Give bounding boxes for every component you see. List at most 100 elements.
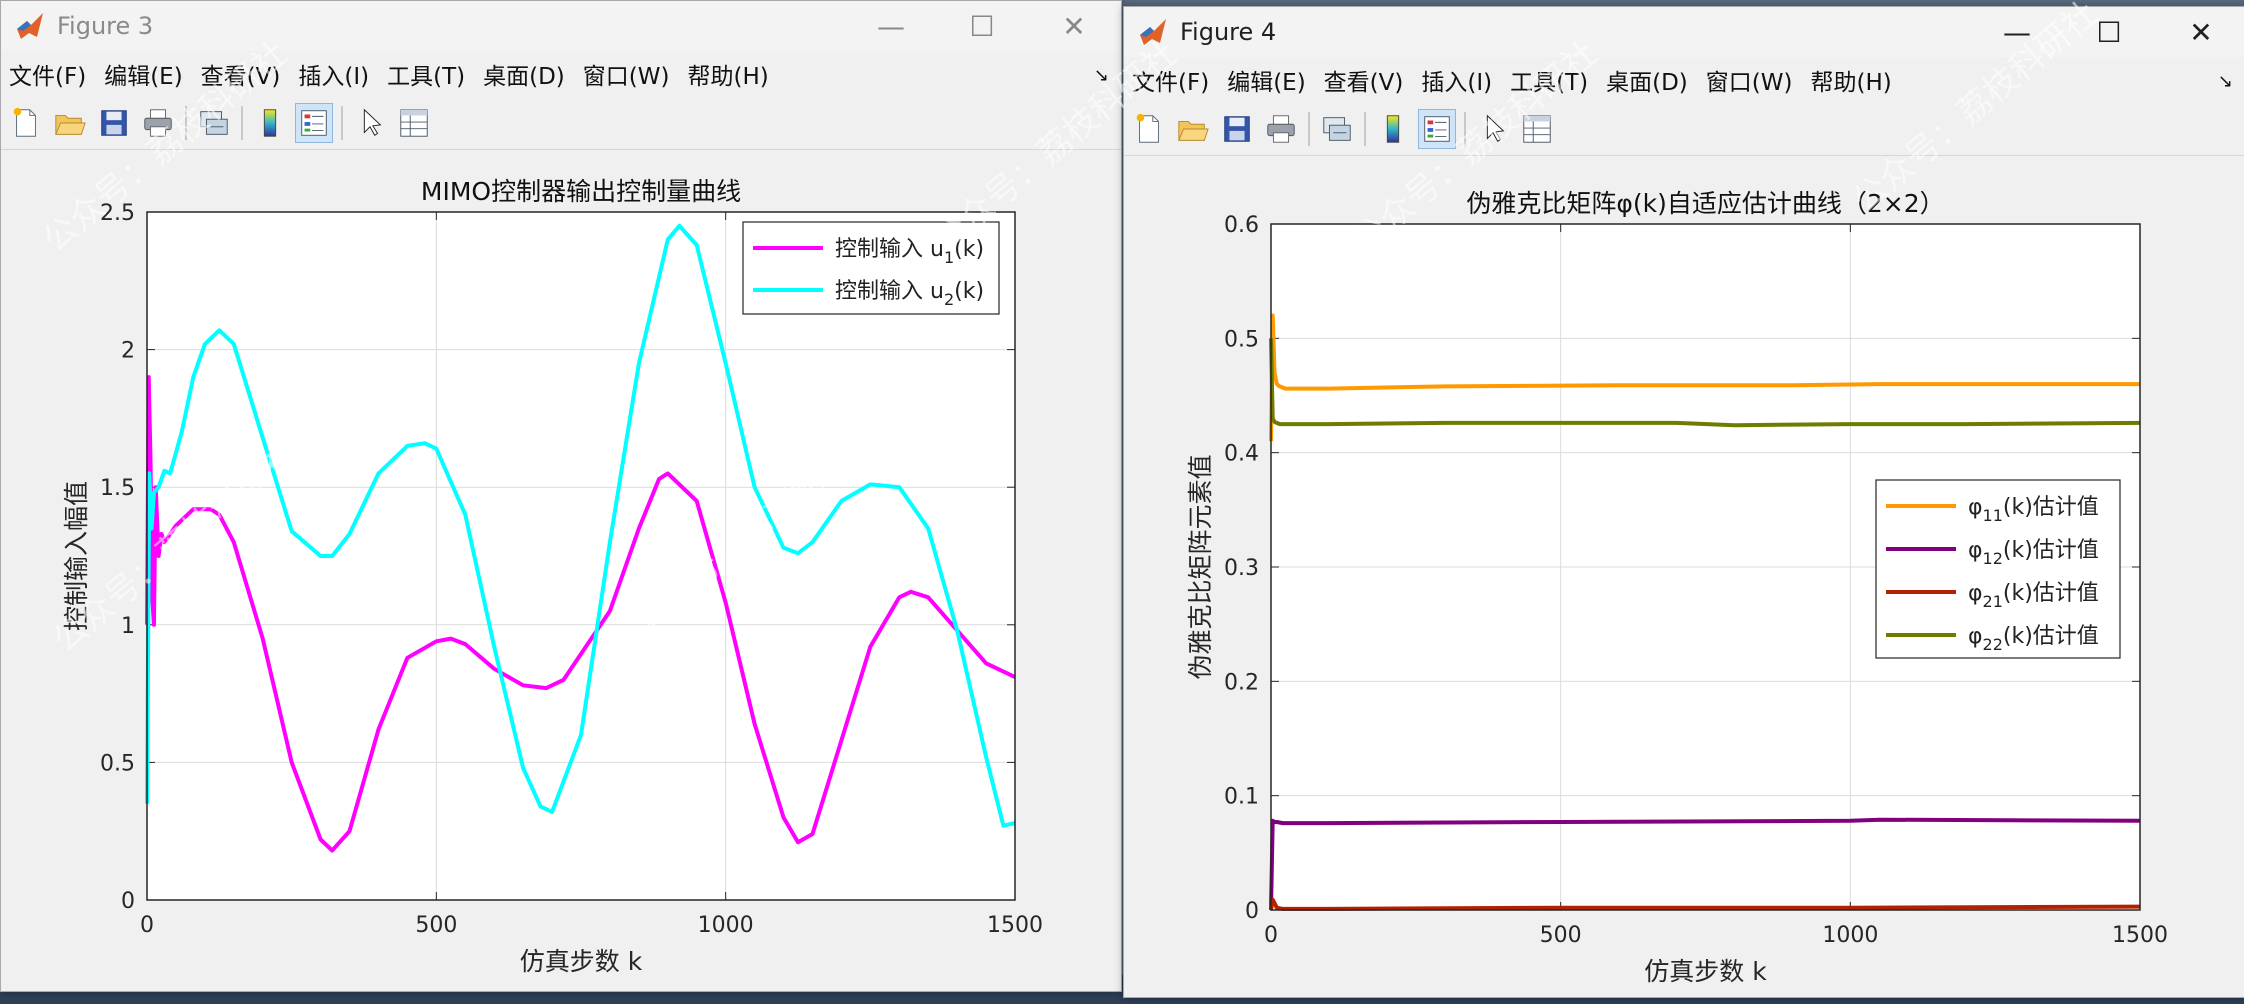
y-tick-label: 2 [121,339,135,364]
y-tick-label: 0.1 [1224,785,1259,810]
y-axis-label: 伪雅克比矩阵元素值 [1186,454,1215,679]
menu-window[interactable]: 窗口(W) [575,57,680,91]
toolbar [1,97,1121,150]
print-icon [144,109,172,137]
close-button[interactable]: ✕ [1041,1,1107,51]
print-button[interactable] [139,103,177,143]
legend[interactable]: 控制输入 u1(k)控制输入 u2(k) [742,221,1000,315]
pointer-button[interactable] [1474,109,1512,149]
y-tick-label: 1.5 [100,476,135,501]
link-button[interactable] [1318,109,1356,149]
dock-icon[interactable]: ↘ [2218,71,2233,92]
menu-insert[interactable]: 插入(I) [290,57,379,91]
new-file-icon [13,107,36,137]
toolbar-separator [185,106,187,140]
maximize-button[interactable]: ☐ [2076,7,2142,57]
open-folder-icon [1178,120,1209,141]
new-file-icon [1136,113,1159,143]
legend-icon [1424,116,1450,142]
chart-title: 伪雅克比矩阵φ(k)自适应估计曲线（2×2） [1466,189,1944,218]
save-icon [101,110,127,136]
menu-file[interactable]: 文件(F) [1,57,96,91]
toolbar-separator [1364,112,1366,146]
open-folder-button[interactable] [51,103,89,143]
toolbar [1124,103,2244,156]
new-file-button[interactable] [7,103,45,143]
menu-file[interactable]: 文件(F) [1124,63,1219,97]
toolbar-separator [1464,112,1466,146]
y-tick-label: 0 [1245,899,1259,924]
y-axis-label: 控制输入幅值 [62,481,91,631]
window-title: Figure 3 [57,12,154,40]
property-editor-button[interactable] [395,103,433,143]
pointer-icon [1486,114,1505,142]
x-tick-label: 500 [1540,923,1582,948]
menu-edit[interactable]: 编辑(E) [96,57,192,91]
x-axis-label: 仿真步数 k [1644,957,1767,986]
figure4-window: Figure 4 — ☐ ✕ 文件(F) 编辑(E) 查看(V) 插入(I) 工… [1123,6,2244,998]
open-folder-icon [55,114,86,135]
close-button[interactable]: ✕ [2168,7,2234,57]
y-tick-label: 2.5 [100,201,135,226]
figure3-canvas: 0 500 1000 1500 0 0.5 1 1.5 2 2.5 MIMO控制器输出控制量曲线 仿真… [1,150,1121,991]
figure4-titlebar[interactable]: Figure 4 — ☐ ✕ [1124,7,2244,57]
save-button[interactable] [1218,109,1256,149]
link-icon [1323,117,1351,141]
property-editor-button[interactable] [1518,109,1556,149]
legend[interactable]: φ11(k)估计值φ12(k)估计值φ21(k)估计值φ22(k)估计值 [1875,479,2121,659]
minimize-button[interactable]: — [1984,7,2050,57]
property-editor-icon [1523,115,1551,143]
legend-icon [301,110,327,136]
print-button[interactable] [1262,109,1300,149]
menu-help[interactable]: 帮助(H) [679,57,778,91]
y-tick-label: 0.5 [100,751,135,776]
chart-figure4[interactable]: 0 500 1000 1500 0 0.1 0.2 0.3 0.4 0.5 0.6 伪雅克比矩阵φ(k… [1124,156,2243,996]
colorbar-button[interactable] [251,103,289,143]
minimize-button[interactable]: — [858,1,924,51]
toolbar-separator [341,106,343,140]
y-tick-label: 0.5 [1224,327,1259,352]
menu-tools[interactable]: 工具(T) [1502,63,1598,97]
menu-insert[interactable]: 插入(I) [1413,63,1502,97]
chart-figure3[interactable]: 0 500 1000 1500 0 0.5 1 1.5 2 2.5 MIMO控制器输出控制量曲线仿真… [1,150,1119,990]
figure4-canvas: 0 500 1000 1500 0 0.1 0.2 0.3 0.4 0.5 0.6 伪雅克比矩阵φ(k… [1124,156,2244,997]
maximize-button[interactable]: ☐ [949,1,1015,51]
pointer-button[interactable] [351,103,389,143]
menu-view[interactable]: 查看(V) [193,57,291,91]
figure3-titlebar[interactable]: Figure 3 — ☐ ✕ [1,1,1121,51]
legend-button[interactable] [295,103,333,143]
print-icon [1267,115,1295,143]
x-tick-label: 1000 [698,913,754,938]
legend-button[interactable] [1418,109,1456,149]
x-tick-label: 1500 [2112,923,2168,948]
menu-desktop[interactable]: 桌面(D) [475,57,575,91]
link-button[interactable] [195,103,233,143]
colorbar-icon [1386,115,1400,143]
x-tick-label: 500 [415,913,457,938]
x-tick-label: 1500 [987,913,1043,938]
colorbar-icon [263,109,277,137]
y-tick-label: 0.2 [1224,670,1259,695]
window-title: Figure 4 [1180,18,1277,46]
menu-window[interactable]: 窗口(W) [1698,63,1803,97]
x-axis-label: 仿真步数 k [520,947,643,976]
menu-edit[interactable]: 编辑(E) [1219,63,1315,97]
toolbar-separator [241,106,243,140]
pointer-icon [363,108,382,136]
chart-title: MIMO控制器输出控制量曲线 [421,177,741,206]
y-tick-label: 0.6 [1224,213,1259,238]
menu-desktop[interactable]: 桌面(D) [1598,63,1698,97]
save-button[interactable] [95,103,133,143]
link-icon [200,111,228,135]
colorbar-button[interactable] [1374,109,1412,149]
menu-tools[interactable]: 工具(T) [379,57,475,91]
open-folder-button[interactable] [1174,109,1212,149]
y-tick-label: 0.4 [1224,442,1259,467]
x-tick-label: 0 [140,913,154,938]
plot-area [147,212,1015,900]
dock-icon[interactable]: ↘ [1094,65,1109,86]
new-file-button[interactable] [1130,109,1168,149]
menu-help[interactable]: 帮助(H) [1802,63,1901,97]
menu-view[interactable]: 查看(V) [1316,63,1414,97]
menubar: 文件(F) 编辑(E) 查看(V) 插入(I) 工具(T) 桌面(D) 窗口(W… [1,51,1121,97]
